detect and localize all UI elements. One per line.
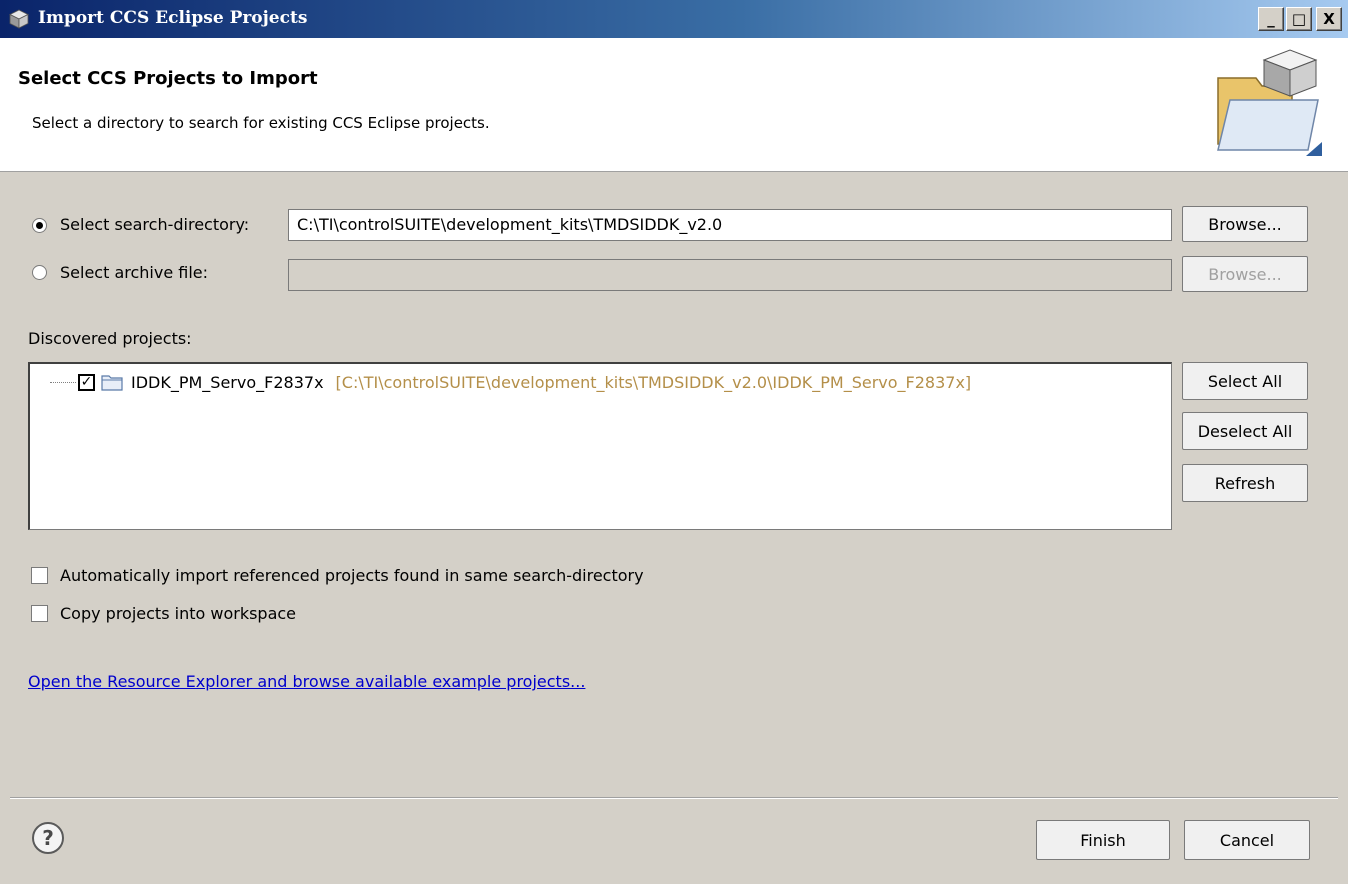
copy-projects-checkbox[interactable] [31,605,48,622]
project-checkbox[interactable]: ✓ [78,373,95,391]
tree-connector [50,381,76,383]
minimize-button[interactable]: _ [1258,7,1284,31]
finish-button[interactable]: Finish [1036,820,1170,860]
import-folder-icon [1217,49,1322,156]
discovered-projects-label: Discovered projects: [28,329,192,348]
maximize-button[interactable]: □ [1286,7,1312,31]
page-description: Select a directory to search for existin… [32,114,490,132]
search-directory-label: Select search-directory: [60,215,250,234]
select-all-button[interactable]: Select All [1182,362,1308,400]
project-path: [C:\TI\controlSUITE\development_kits\TMD… [335,372,972,392]
cancel-button[interactable]: Cancel [1184,820,1310,860]
browse-directory-button[interactable]: Browse... [1182,206,1308,242]
footer-separator [10,797,1338,799]
project-folder-icon [101,375,123,391]
resource-explorer-link[interactable]: Open the Resource Explorer and browse av… [28,672,585,691]
copy-projects-label: Copy projects into workspace [60,604,297,623]
auto-import-checkbox[interactable] [31,567,48,584]
search-directory-radio[interactable] [32,218,47,233]
browse-archive-button[interactable]: Browse... [1182,256,1308,292]
auto-import-label: Automatically import referenced projects… [60,566,644,585]
archive-file-radio[interactable] [32,265,47,280]
project-name: IDDK_PM_Servo_F2837x [131,372,324,392]
deselect-all-button[interactable]: Deselect All [1182,412,1308,450]
wizard-header: Select CCS Projects to Import Select a d… [0,38,1348,172]
window-title: Import CCS Eclipse Projects [38,8,308,28]
refresh-button[interactable]: Refresh [1182,464,1308,502]
help-icon[interactable]: ? [32,822,64,854]
archive-file-input[interactable] [288,259,1172,291]
title-bar: Import CCS Eclipse Projects _ □ X [0,0,1348,38]
projects-list[interactable]: ✓ IDDK_PM_Servo_F2837x [C:\TI\controlSUI… [28,362,1172,530]
ccs-cube-icon [9,9,29,29]
project-row[interactable]: ✓ IDDK_PM_Servo_F2837x [C:\TI\controlSUI… [50,370,971,394]
page-title: Select CCS Projects to Import [18,68,318,89]
search-directory-input[interactable]: C:\TI\controlSUITE\development_kits\TMDS… [288,209,1172,241]
close-button[interactable]: X [1316,7,1342,31]
archive-file-label: Select archive file: [60,263,209,282]
